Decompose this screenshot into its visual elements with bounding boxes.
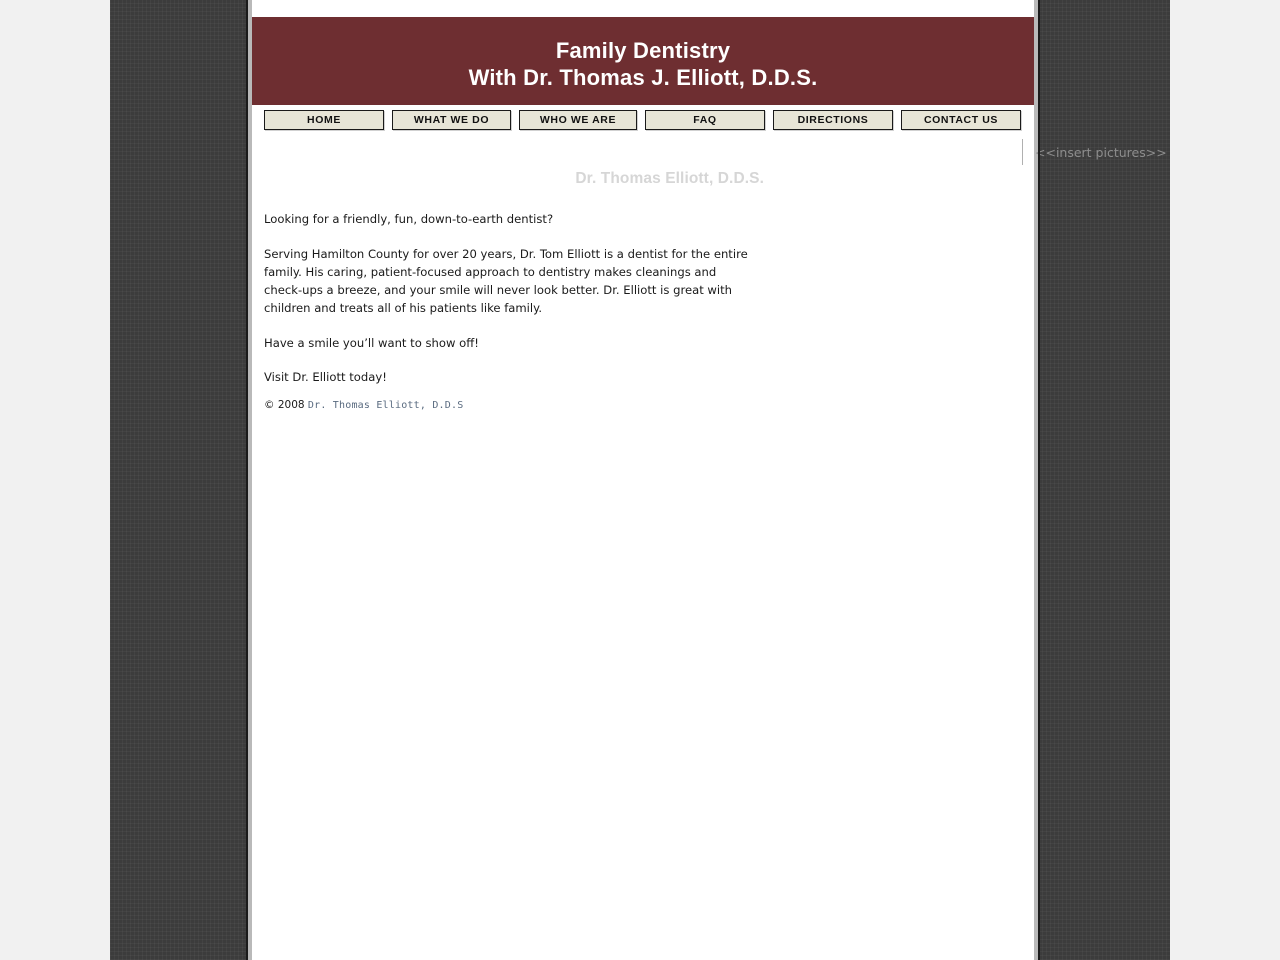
page-title: Dr. Thomas Elliott, D.D.S. [575,170,764,187]
nav-item-faq[interactable]: FAQ [645,110,765,130]
footer-credit: Dr. Thomas Elliott, D.D.S [307,400,464,411]
pictures-placeholder-region: <<insert pictures>> [1022,139,1223,165]
browser-viewport: Family Dentistry With Dr. Thomas J. Elli… [0,0,1280,960]
main-content: Dr. Thomas Elliott, D.D.S. Looking for a… [264,170,764,402]
intro-paragraph: Looking for a friendly, fun, down-to-ear… [264,212,554,226]
site-banner: Family Dentistry With Dr. Thomas J. Elli… [252,17,1034,105]
banner-title-line-1: Family Dentistry [555,38,731,63]
site-content-column: Family Dentistry With Dr. Thomas J. Elli… [246,0,1167,960]
nav-item-home[interactable]: HOME [264,110,384,130]
nav-item-who-we-are[interactable]: WHO WE ARE [519,110,637,130]
copyright-text: © 2008 [264,399,308,411]
banner-title-line-2: With Dr. Thomas J. Elliott, D.D.S. [468,65,818,90]
nav-item-directions[interactable]: DIRECTIONS [773,110,893,130]
footer: © 2008 Dr. Thomas Elliott, D.D.S [264,399,463,411]
pictures-placeholder-label: <<insert pictures>> [1035,144,1167,160]
nav-item-what-we-do[interactable]: WHAT WE DO [392,110,511,130]
main-navigation: HOME WHAT WE DO WHO WE ARE FAQ DIRECTION… [264,110,1022,130]
call-to-action-paragraph: Visit Dr. Elliott today! [264,370,387,384]
nav-item-contact-us[interactable]: CONTACT US [901,110,1021,130]
about-paragraph: Serving Hamilton County for over 20 year… [264,247,748,315]
tagline-paragraph: Have a smile you’ll want to show off! [264,336,479,350]
